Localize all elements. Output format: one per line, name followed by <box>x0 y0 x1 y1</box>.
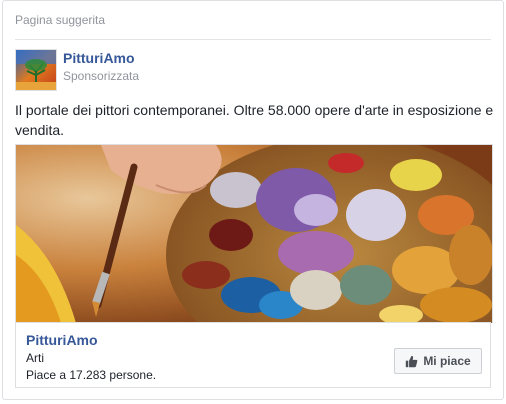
page-name-link[interactable]: PitturiAmo <box>63 50 135 66</box>
suggested-page-card: Pagina suggerita PitturiAmo Sponsorizzat… <box>2 0 504 400</box>
card-header: Pagina suggerita <box>15 11 491 40</box>
page-avatar[interactable] <box>15 49 57 91</box>
sponsored-label[interactable]: Sponsorizzata <box>63 69 139 83</box>
like-button-label: Mi piace <box>423 354 471 368</box>
page-category: Arti <box>26 351 44 365</box>
like-page-button[interactable]: Mi piace <box>394 348 482 374</box>
footer-page-name-link[interactable]: PitturiAmo <box>26 332 98 348</box>
post-text: Il portale dei pittori contemporanei. Ol… <box>15 102 494 138</box>
thumbs-up-icon <box>406 355 418 367</box>
ad-image[interactable] <box>15 144 493 323</box>
page-footer: PitturiAmo Arti Piace a 17.283 persone. … <box>15 322 491 388</box>
page-like-count: Piace a 17.283 persone. <box>26 368 157 382</box>
